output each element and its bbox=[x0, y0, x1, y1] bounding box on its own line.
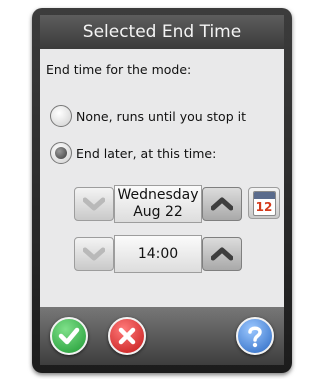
chevron-down-icon bbox=[83, 247, 105, 261]
dialog-body: End time for the mode: None, runs until … bbox=[40, 49, 284, 307]
dialog-footer bbox=[40, 307, 284, 365]
time-text: 14:00 bbox=[137, 245, 179, 262]
option-end-later-label: End later, at this time: bbox=[76, 145, 217, 161]
chevron-up-icon bbox=[211, 197, 233, 211]
time-increase-button[interactable] bbox=[202, 237, 242, 271]
cancel-button[interactable] bbox=[108, 317, 146, 355]
time-value: 14:00 bbox=[114, 235, 202, 273]
dialog-window: Selected End Time End time for the mode:… bbox=[32, 8, 292, 373]
help-button[interactable] bbox=[236, 317, 274, 355]
date-monthday: Aug 22 bbox=[133, 204, 183, 220]
time-decrease-button[interactable] bbox=[74, 237, 114, 271]
chevron-up-icon bbox=[211, 247, 233, 261]
date-decrease-button[interactable] bbox=[74, 187, 114, 221]
close-icon bbox=[118, 327, 136, 345]
date-increase-button[interactable] bbox=[202, 187, 242, 221]
calendar-button[interactable]: 12 bbox=[248, 187, 280, 219]
radio-none[interactable] bbox=[50, 105, 72, 127]
calendar-icon: 12 bbox=[252, 190, 276, 216]
radio-end-later[interactable] bbox=[50, 142, 72, 164]
calendar-day: 12 bbox=[255, 199, 273, 214]
option-none-label: None, runs until you stop it bbox=[76, 108, 246, 124]
ok-button[interactable] bbox=[50, 317, 88, 355]
option-none[interactable]: None, runs until you stop it bbox=[50, 105, 246, 127]
date-value: Wednesday Aug 22 bbox=[114, 185, 202, 223]
dialog-title: Selected End Time bbox=[40, 15, 284, 49]
option-end-later[interactable]: End later, at this time: bbox=[50, 142, 216, 164]
checkmark-icon bbox=[58, 327, 80, 345]
chevron-down-icon bbox=[83, 197, 105, 211]
question-mark-icon bbox=[248, 326, 262, 348]
prompt-label: End time for the mode: bbox=[46, 62, 192, 77]
date-weekday: Wednesday bbox=[117, 187, 199, 203]
